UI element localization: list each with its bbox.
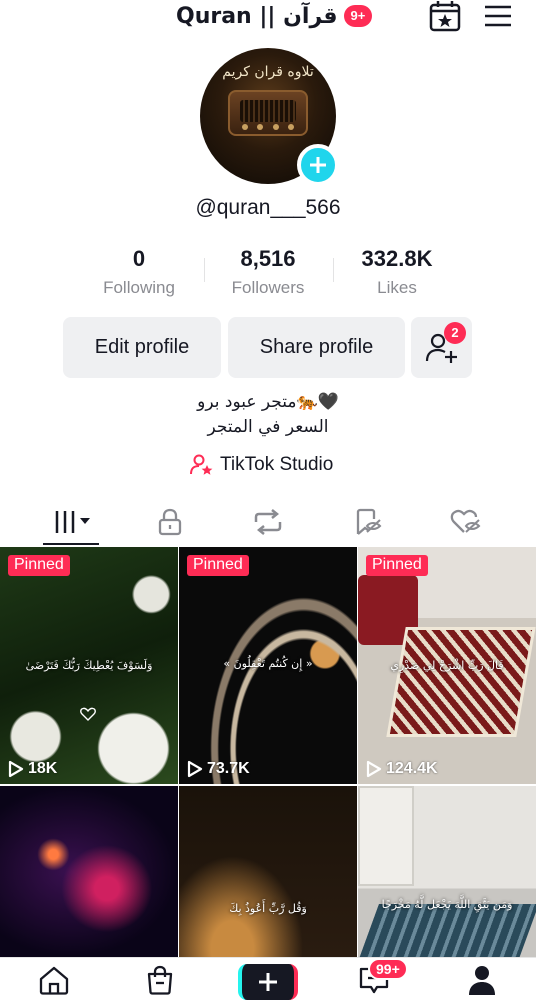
create-button[interactable]	[238, 964, 298, 1000]
video-thumbnail[interactable]: Pinned قَالَ رَبِّ اشْرَحْ لِي صَدْرِي 1…	[358, 547, 536, 784]
profile-tabs	[0, 500, 536, 546]
username: @quran___566	[195, 196, 341, 219]
view-count-label: 18K	[28, 760, 58, 777]
pinned-badge: Pinned	[366, 555, 428, 576]
liked-icon	[450, 509, 480, 533]
video-thumbnail[interactable]: وَقُل رَّبِّ أَعُوذُ بِكَ	[179, 786, 357, 957]
saved-icon	[356, 508, 381, 535]
followers-count: 8,516	[240, 246, 296, 271]
tab-private[interactable]	[116, 500, 223, 544]
friend-request-badge: 2	[444, 322, 466, 344]
repost-icon	[254, 509, 281, 535]
tiktok-studio-link[interactable]: TikTok Studio	[190, 452, 333, 478]
videos-grid-icon	[55, 511, 90, 533]
studio-label: TikTok Studio	[220, 454, 334, 475]
nav-profile[interactable]	[464, 964, 500, 996]
nav-shop[interactable]	[142, 964, 178, 996]
pinned-badge: Pinned	[187, 555, 249, 576]
plus-icon	[259, 973, 277, 991]
followers-label: Followers	[231, 278, 305, 297]
tab-liked[interactable]	[412, 500, 519, 544]
page-title: Quran || قرآن	[176, 3, 338, 29]
video-grid: Pinned وَلَسَوْفَ يُعْطِيكَ رَبُّكَ فَتَ…	[0, 547, 536, 957]
video-caption: وَمَن يَتَّقِ اللَّهَ يَجْعَل لَّهُ مَخْ…	[381, 898, 513, 911]
video-thumbnail[interactable]	[0, 786, 178, 957]
stat-followers[interactable]: 8,516 Followers	[203, 246, 333, 298]
bio-line-1: متجر عبود برو🐅🖤	[197, 392, 339, 412]
following-count: 0	[132, 246, 146, 271]
view-count: 18K	[8, 760, 57, 778]
video-thumbnail[interactable]: Pinned وَلَسَوْفَ يُعْطِيكَ رَبُّكَ فَتَ…	[0, 547, 178, 784]
pinned-badge: Pinned	[8, 555, 70, 576]
video-caption: وَلَسَوْفَ يُعْطِيكَ رَبُّكَ فَتَرْضَىٰ	[25, 659, 153, 672]
view-count-label: 124.4K	[386, 760, 438, 777]
likes-label: Likes	[377, 278, 417, 297]
heart-icon	[80, 707, 96, 721]
home-icon	[39, 966, 69, 995]
tab-reposts[interactable]	[214, 500, 321, 544]
following-label: Following	[103, 278, 175, 297]
bottom-nav	[0, 957, 536, 1000]
video-caption: وَقُل رَّبِّ أَعُوذُ بِكَ	[229, 902, 307, 915]
share-profile-button[interactable]: Share profile	[228, 317, 405, 378]
tab-videos[interactable]	[20, 500, 127, 544]
likes-count: 332.8K	[361, 246, 433, 271]
radio-image	[228, 90, 308, 136]
profile-icon	[469, 966, 495, 995]
studio-user-star-icon	[190, 454, 213, 475]
avatar-caption: تلاوه قران كريم	[222, 64, 314, 80]
plus-icon	[310, 157, 326, 173]
view-count: 124.4K	[366, 760, 438, 778]
view-count: 73.7K	[187, 760, 250, 778]
play-icon	[8, 760, 24, 778]
add-avatar-button[interactable]	[297, 144, 339, 186]
inbox-badge: 99+	[368, 958, 408, 980]
tab-saved[interactable]	[314, 500, 421, 544]
stat-following[interactable]: 0 Following	[74, 246, 204, 298]
view-count-label: 73.7K	[207, 760, 250, 777]
hamburger-menu-icon[interactable]	[484, 4, 512, 28]
video-caption: « إِن كُنتُم تَعْقِلُونَ »	[223, 657, 313, 670]
video-thumbnail[interactable]: Pinned « إِن كُنتُم تَعْقِلُونَ » 73.7K	[179, 547, 357, 784]
header: Quran || قرآن 9+	[0, 0, 536, 36]
notification-badge: 9+	[343, 5, 373, 27]
calendar-star-icon[interactable]	[428, 0, 462, 32]
nav-home[interactable]	[36, 964, 72, 996]
lock-icon	[158, 508, 181, 536]
video-thumbnail[interactable]: وَمَن يَتَّقِ اللَّهَ يَجْعَل لَّهُ مَخْ…	[358, 786, 536, 957]
account-switcher[interactable]: Quran || قرآن 9+	[176, 2, 373, 30]
bio-line-2: السعر في المتجر	[207, 417, 329, 437]
shopping-bag-icon	[147, 965, 173, 995]
stat-likes[interactable]: 332.8K Likes	[332, 246, 462, 298]
edit-profile-button[interactable]: Edit profile	[63, 317, 221, 378]
tab-active-indicator	[43, 543, 99, 545]
play-icon	[187, 760, 203, 778]
video-caption: قَالَ رَبِّ اشْرَحْ لِي صَدْرِي	[390, 659, 504, 672]
play-icon	[366, 760, 382, 778]
